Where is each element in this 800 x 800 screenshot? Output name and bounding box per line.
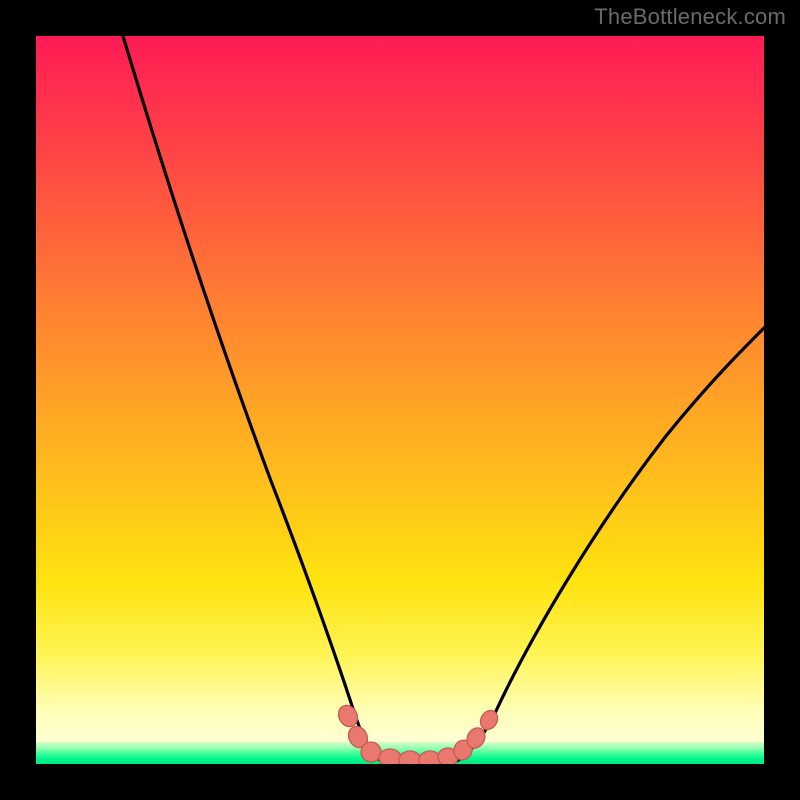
curve-right-branch	[451, 328, 764, 763]
plot-area	[36, 36, 764, 764]
marker-dot	[399, 751, 421, 764]
curve-left-branch	[123, 36, 386, 763]
marker-group	[335, 702, 501, 764]
watermark-text: TheBottleneck.com	[594, 4, 786, 30]
marker-dot	[335, 702, 361, 730]
curve-layer	[36, 36, 764, 764]
marker-dot	[379, 749, 401, 764]
marker-dot	[361, 742, 381, 762]
chart-frame: TheBottleneck.com	[0, 0, 800, 800]
